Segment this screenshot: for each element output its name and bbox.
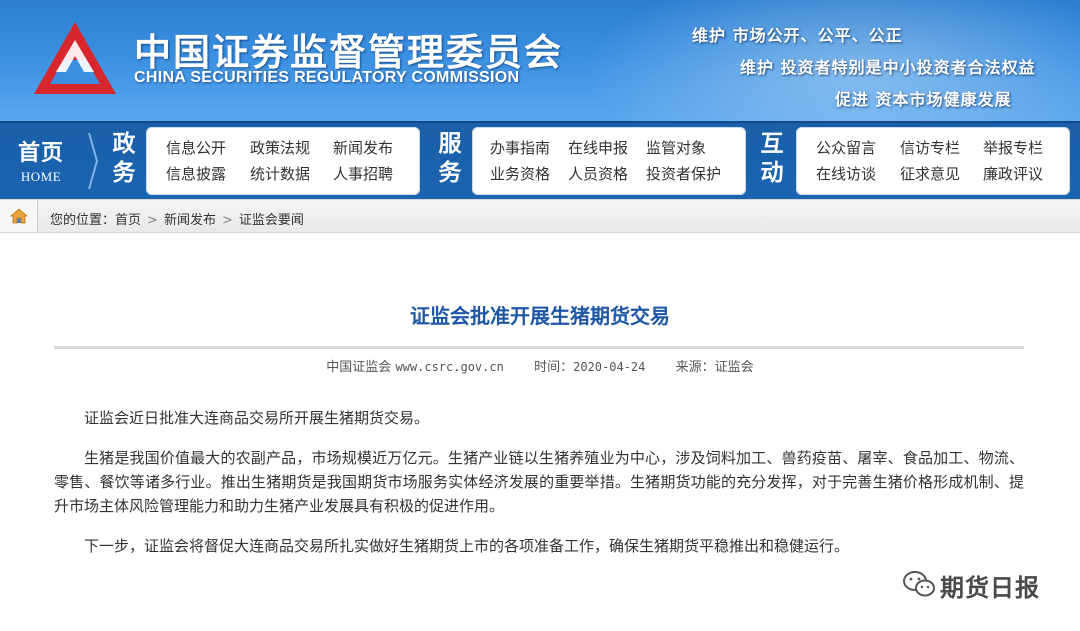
wechat-icon (903, 571, 935, 597)
nav-link-business-qualification[interactable]: 业务资格 (490, 163, 550, 184)
org-name-en: CHINA SECURITIES REGULATORY COMMISSION (134, 69, 520, 86)
nav-link-report[interactable]: 举报专栏 (983, 137, 1043, 158)
nav-group-label-char: 互 (760, 130, 784, 157)
nav-panel-interaction: 公众留言 信访专栏 举报专栏 在线访谈 征求意见 廉政评议 (796, 127, 1070, 195)
nav-home-button[interactable]: 首页 HOME (0, 123, 82, 199)
nav-panel-government: 信息公开 政策法规 新闻发布 信息披露 统计数据 人事招聘 (146, 127, 420, 195)
watermark-text: 期货日报 (940, 574, 1040, 602)
nav-link-public-message[interactable]: 公众留言 (816, 137, 876, 158)
title-divider (54, 346, 1024, 349)
nav-link-investor-protection[interactable]: 投资者保护 (646, 163, 721, 184)
nav-link-statistics[interactable]: 统计数据 (250, 163, 310, 184)
article-paragraph-1: 证监会近日批准大连商品交易所开展生猪期货交易。 (84, 409, 430, 427)
nav-panel-services: 办事指南 在线申报 监管对象 业务资格 人员资格 投资者保护 (472, 127, 746, 195)
breadcrumb-separator: > (221, 213, 233, 228)
org-name-cn: 中国证券监督管理委员会 (134, 31, 563, 74)
nav-link-info-public[interactable]: 信息公开 (166, 137, 226, 158)
nav-link-integrity-review[interactable]: 廉政评议 (983, 163, 1043, 184)
meta-date: 2020-04-24 (573, 360, 646, 374)
main-nav: 首页 HOME 政 务 信息公开 政策法规 新闻发布 信息披露 统计数据 人事招… (0, 121, 1080, 199)
nav-link-online-interview[interactable]: 在线访谈 (816, 163, 876, 184)
meta-from-label: 来源： (675, 360, 715, 375)
breadcrumb-item-csrc-news[interactable]: 证监会要闻 (239, 213, 304, 228)
slogan-line-1: 维护 市场公开、公平、公正 (692, 26, 903, 45)
slogan-line-2: 维护 投资者特别是中小投资者合法权益 (740, 58, 1036, 77)
breadcrumb-home-button[interactable] (0, 200, 38, 232)
nav-home-label-cn: 首页 (17, 141, 64, 166)
breadcrumb-prefix: 您的位置： (50, 213, 116, 228)
breadcrumb: 您的位置：首页 > 新闻发布 > 证监会要闻 (50, 209, 304, 228)
article-title: 证监会批准开展生猪期货交易 (410, 304, 670, 328)
breadcrumb-bar: 您的位置：首页 > 新闻发布 > 证监会要闻 (0, 199, 1080, 233)
breadcrumb-item-home[interactable]: 首页 (115, 213, 141, 228)
nav-link-solicit-opinions[interactable]: 征求意见 (900, 163, 960, 184)
nav-group-services: 服 务 (430, 129, 470, 193)
nav-link-personnel-qualification[interactable]: 人员资格 (568, 163, 628, 184)
meta-from: 证监会 (714, 360, 754, 375)
nav-divider-icon (88, 132, 99, 190)
slogan-line-3: 促进 资本市场健康发展 (835, 90, 1012, 109)
nav-link-disclosure[interactable]: 信息披露 (166, 163, 226, 184)
article-meta: 中国证监会 www.csrc.gov.cn 时间：2020-04-24 来源：证… (0, 356, 1080, 375)
nav-group-government: 政 务 (104, 129, 144, 193)
nav-group-label-char: 动 (760, 159, 784, 186)
nav-home-label-en: HOME (20, 169, 62, 184)
breadcrumb-item-news[interactable]: 新闻发布 (164, 213, 216, 228)
article-paragraph-2: 生猪是我国价值最大的农副产品，市场规模近万亿元。生猪产业链以生猪养殖业为中心，涉… (54, 449, 1024, 515)
meta-site: www.csrc.gov.cn (395, 360, 504, 374)
nav-group-interaction: 互 动 (752, 129, 792, 193)
csrc-logo-icon[interactable] (32, 20, 118, 96)
nav-link-news[interactable]: 新闻发布 (333, 137, 393, 158)
nav-group-label-char: 务 (112, 159, 136, 186)
meta-time-label: 时间： (534, 360, 574, 375)
nav-link-petition[interactable]: 信访专栏 (900, 137, 960, 158)
nav-link-regulated-entities[interactable]: 监管对象 (646, 137, 706, 158)
nav-group-label-char: 务 (438, 159, 462, 186)
nav-link-online-filing[interactable]: 在线申报 (568, 137, 628, 158)
article-paragraph-3: 下一步，证监会将督促大连商品交易所扎实做好生猪期货上市的各项准备工作，确保生猪期… (84, 537, 850, 555)
nav-link-policy[interactable]: 政策法规 (250, 137, 310, 158)
nav-link-recruitment[interactable]: 人事招聘 (333, 163, 393, 184)
house-icon (10, 208, 28, 224)
meta-source: 中国证监会 (326, 360, 392, 375)
site-header: 中国证券监督管理委员会 CHINA SECURITIES REGULATORY … (0, 0, 1080, 121)
nav-group-label-char: 服 (438, 130, 462, 157)
breadcrumb-separator: > (147, 213, 158, 228)
nav-link-guide[interactable]: 办事指南 (490, 137, 550, 158)
nav-group-label-char: 政 (112, 130, 136, 157)
